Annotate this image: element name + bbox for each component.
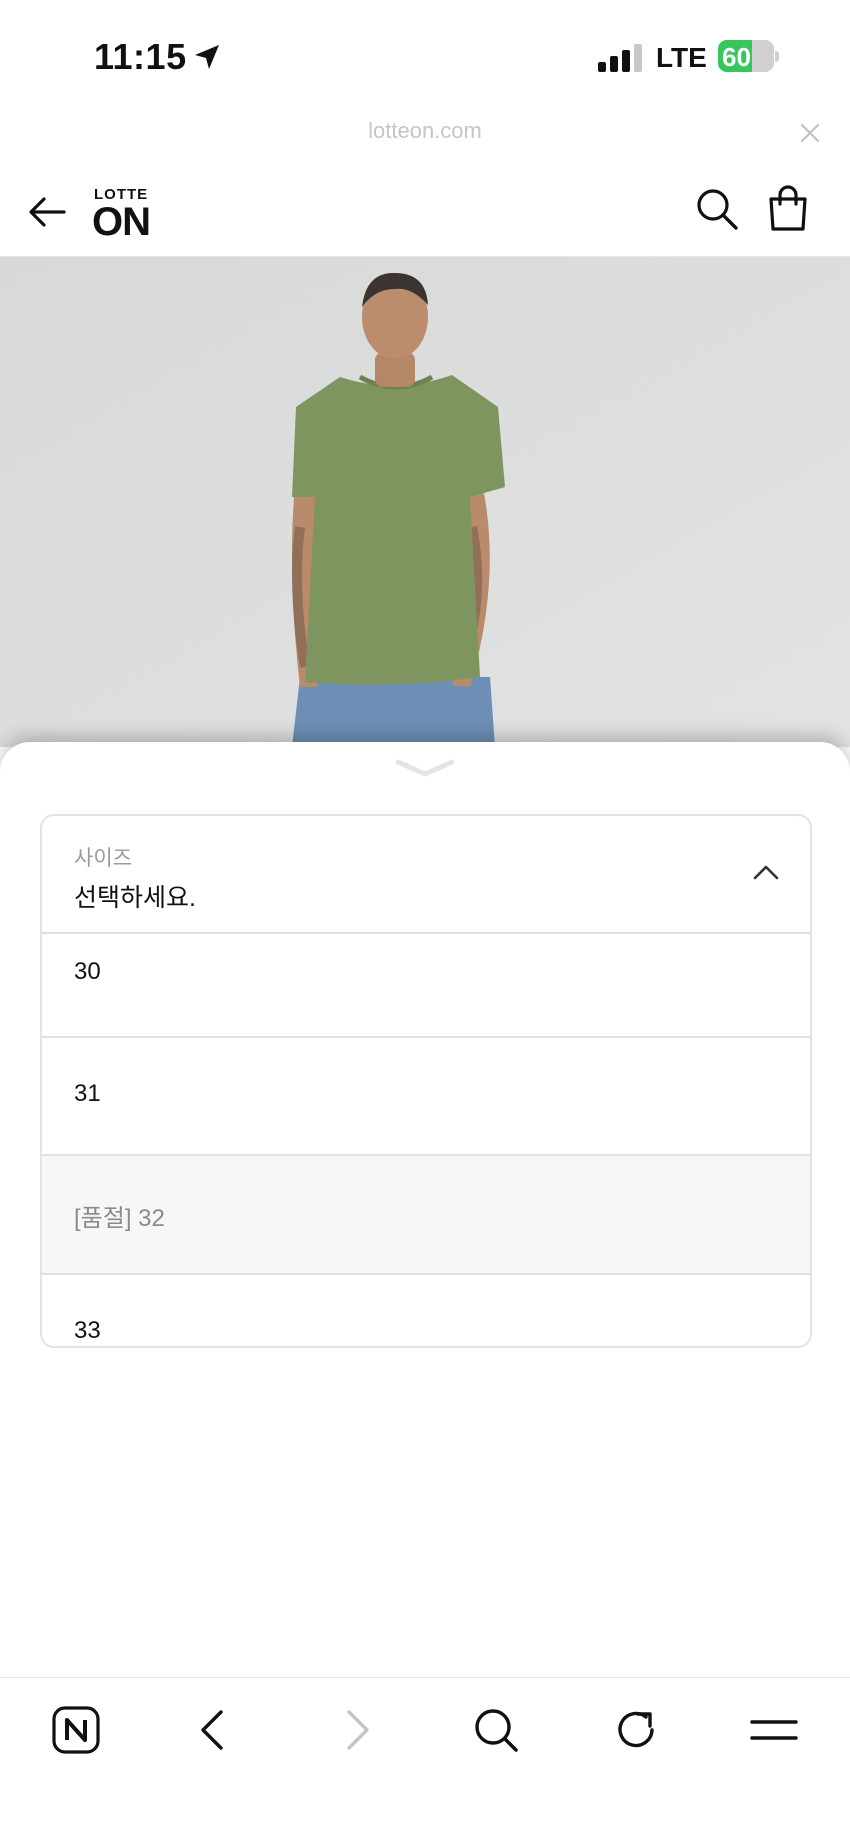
size-select[interactable]: 사이즈 선택하세요. 30 31 [품절] 32 33 34 36 xyxy=(40,814,812,1348)
battery-shell: 60 xyxy=(718,40,774,72)
battery-percent: 60 xyxy=(722,42,751,72)
battery-indicator: 60 xyxy=(718,40,780,74)
size-option-30[interactable]: 30 xyxy=(42,932,810,1038)
size-select-label: 사이즈 xyxy=(74,847,132,870)
product-image[interactable] xyxy=(0,257,850,747)
forward-icon[interactable] xyxy=(330,1704,382,1756)
status-bar: 11:15 LTE 60 xyxy=(0,0,850,110)
logo-bottom-text: ON xyxy=(92,200,151,244)
refresh-icon[interactable] xyxy=(610,1704,662,1756)
sheet-collapse-chevron-icon[interactable] xyxy=(394,758,456,780)
status-time: 11:15 xyxy=(94,36,187,77)
battery-nub xyxy=(775,51,779,62)
size-option-31[interactable]: 31 xyxy=(42,1038,810,1156)
size-option-label: 33 xyxy=(74,1317,101,1344)
search-icon[interactable] xyxy=(694,186,740,232)
model-wearing-green-tshirt-photo xyxy=(0,257,850,747)
site-header: LOTTE ON xyxy=(0,168,850,257)
close-icon[interactable] xyxy=(797,120,823,146)
size-option-32-sold-out[interactable]: [품절] 32 xyxy=(42,1156,810,1275)
location-arrow-icon xyxy=(195,45,219,69)
menu-icon[interactable] xyxy=(748,1704,800,1756)
back-icon[interactable] xyxy=(188,1704,240,1756)
shopping-bag-icon[interactable] xyxy=(766,184,810,232)
browser-toolbar xyxy=(0,1677,850,1843)
network-type: LTE xyxy=(656,42,707,73)
size-option-33[interactable]: 33 xyxy=(42,1275,810,1346)
cellular-signal-icon xyxy=(598,44,642,72)
size-select-header[interactable]: 사이즈 선택하세요. xyxy=(42,816,810,934)
size-option-label: 30 xyxy=(74,958,101,985)
size-select-value: 선택하세요. xyxy=(74,884,196,912)
option-bottom-sheet: 사이즈 선택하세요. 30 31 [품절] 32 33 34 36 xyxy=(0,742,850,1677)
url-domain[interactable]: lotteon.com xyxy=(0,118,850,144)
back-arrow-icon[interactable] xyxy=(26,190,70,234)
size-option-label: 31 xyxy=(74,1080,101,1107)
naver-home-icon[interactable] xyxy=(50,1704,102,1756)
search-icon[interactable] xyxy=(470,1704,522,1756)
url-bar[interactable]: lotteon.com xyxy=(0,110,850,168)
lotte-on-logo[interactable]: LOTTE ON xyxy=(92,178,172,244)
size-option-label: [품절] 32 xyxy=(74,1205,165,1232)
chevron-up-icon[interactable] xyxy=(752,862,780,882)
